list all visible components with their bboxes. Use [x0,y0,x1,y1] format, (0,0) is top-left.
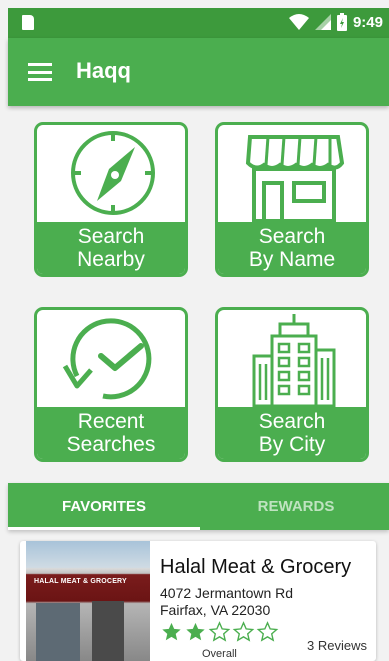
sd-card-icon [22,15,34,30]
search-by-name-tile[interactable]: Search By Name [215,122,369,277]
star-empty-icon [256,621,279,642]
store-name: Halal Meat & Grocery [160,556,352,578]
tab-indicator [8,527,200,530]
store-address-line2: Fairfax, VA 22030 [160,602,271,618]
wifi-icon [288,14,309,30]
menu-icon[interactable] [28,63,52,81]
favorite-card[interactable]: HALAL MEAT & GROCERY Halal Meat & Grocer… [20,541,376,661]
recent-searches-tile[interactable]: Recent Searches [34,307,188,462]
star-empty-icon [232,621,255,642]
app-bar: Haqq [8,38,389,106]
search-by-city-tile[interactable]: Search By City [215,307,369,462]
recent-searches-label: Recent Searches [37,407,185,459]
status-time: 9:49 [352,13,383,31]
search-by-city-label: Search By City [218,407,366,459]
app-title: Haqq [76,58,131,83]
signal-icon [314,14,331,30]
status-icons: 9:49 [288,13,383,31]
star-empty-icon [208,621,231,642]
store-sign: HALAL MEAT & GROCERY [34,578,127,585]
status-bar: 9:49 [8,8,389,38]
rating-label: Overall [202,648,237,660]
review-count: 3 Reviews [307,638,367,653]
rating-stars [160,621,279,643]
star-filled-icon [186,622,205,641]
store-address-line1: 4072 Jermantown Rd [160,585,294,601]
battery-icon [336,13,347,31]
storefront-icon [245,135,345,222]
city-building-icon [252,314,336,407]
tab-rewards[interactable]: REWARDS [200,483,389,530]
search-nearby-label: Search Nearby [37,222,185,274]
star-filled-icon [162,622,181,641]
search-nearby-tile[interactable]: Search Nearby [34,122,188,277]
history-icon [62,318,152,400]
search-by-name-label: Search By Name [218,222,366,274]
store-photo: HALAL MEAT & GROCERY [26,541,150,661]
compass-icon [71,131,155,215]
tab-favorites[interactable]: FAVORITES [8,483,200,530]
tab-bar: FAVORITES REWARDS [8,483,389,530]
